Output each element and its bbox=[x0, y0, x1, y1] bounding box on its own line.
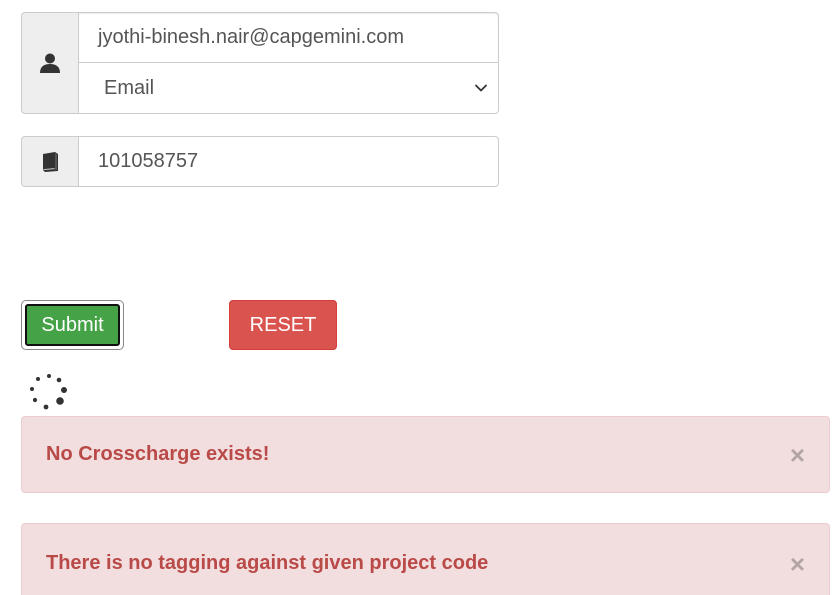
project-code-input-group: 101058757 bbox=[21, 136, 499, 187]
chevron-down-icon bbox=[475, 84, 487, 92]
user-input-group: jyothi-binesh.nair@capgemini.com Email bbox=[21, 12, 499, 114]
alert-no-crosscharge: No Crosscharge exists! × bbox=[21, 416, 830, 493]
page: jyothi-binesh.nair@capgemini.com Email 1… bbox=[0, 0, 835, 595]
submit-button-label: Submit bbox=[41, 313, 104, 336]
close-icon[interactable]: × bbox=[790, 551, 805, 577]
search-type-select[interactable]: Email bbox=[78, 63, 499, 114]
code-addon bbox=[21, 136, 78, 187]
book-icon bbox=[43, 151, 58, 172]
project-code-field[interactable]: 101058757 bbox=[78, 136, 499, 187]
email-field-value: jyothi-binesh.nair@capgemini.com bbox=[98, 26, 404, 48]
email-field[interactable]: jyothi-binesh.nair@capgemini.com bbox=[78, 12, 499, 63]
submit-button[interactable]: Submit bbox=[21, 300, 124, 350]
alert-message: There is no tagging against given projec… bbox=[46, 552, 489, 574]
user-icon bbox=[40, 53, 60, 73]
close-icon[interactable]: × bbox=[790, 442, 805, 468]
user-addon bbox=[21, 12, 78, 114]
reset-button-label: RESET bbox=[249, 313, 317, 336]
alert-message: No Crosscharge exists! bbox=[46, 443, 270, 465]
project-code-value: 101058757 bbox=[98, 150, 199, 172]
search-type-selected: Email bbox=[104, 76, 155, 99]
reset-button[interactable]: RESET bbox=[229, 300, 337, 350]
alert-no-tagging: There is no tagging against given projec… bbox=[21, 523, 830, 595]
loading-spinner-icon bbox=[30, 374, 67, 410]
submit-button-inner: Submit bbox=[25, 304, 120, 346]
